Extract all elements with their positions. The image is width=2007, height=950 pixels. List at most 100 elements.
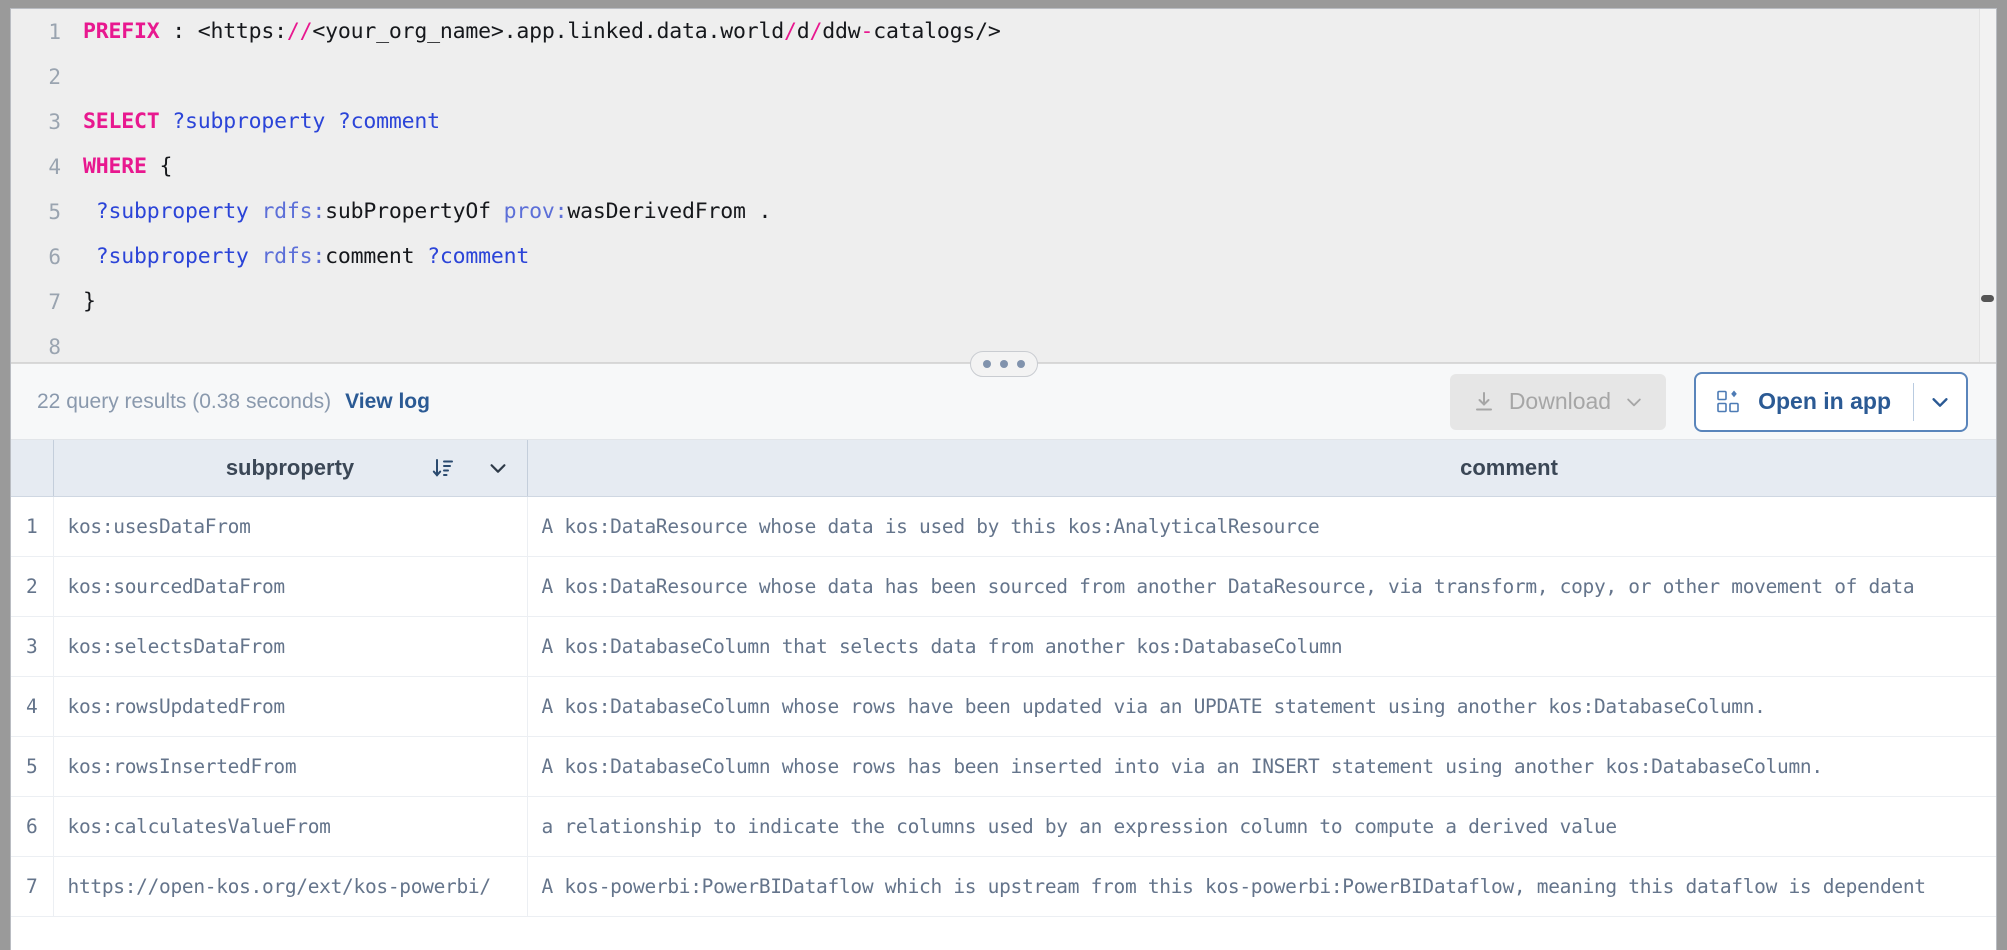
code-line-number: 7 (48, 289, 61, 314)
chevron-down-icon (1929, 391, 1951, 413)
column-header-comment[interactable]: comment (527, 440, 1996, 497)
cell-subproperty[interactable]: kos:rowsUpdatedFrom (53, 676, 528, 737)
open-in-app-split-button[interactable]: Open in app (1694, 371, 1968, 432)
column-header-subproperty[interactable]: subproperty (53, 440, 528, 497)
download-button[interactable]: Download (1449, 373, 1667, 430)
cell-comment[interactable]: A kos:DatabaseColumn that selects data f… (527, 616, 1996, 677)
code-line-number: 2 (48, 64, 61, 89)
code-token: / (809, 19, 823, 44)
code-line-content: } (83, 289, 96, 314)
application-window: 1 PREFIX : <https://<your_org_name>.app.l… (0, 0, 2007, 950)
code-token: / (783, 19, 797, 44)
code-line-content: SELECT ?subproperty ?comment (83, 109, 440, 134)
cell-comment[interactable]: a relationship to indicate the columns u… (527, 796, 1996, 857)
table-row[interactable]: 3 kos:selectsDataFrom A kos:DatabaseColumn… (11, 616, 1996, 677)
editor-vertical-scrollbar[interactable] (1979, 9, 1996, 362)
code-token: { (146, 154, 173, 179)
cell-subproperty[interactable]: kos:calculatesValueFrom (53, 796, 528, 857)
row-number-cell: 4 (11, 676, 54, 737)
table-row[interactable]: 2 kos:sourcedDataFrom A kos:DataResource w… (11, 556, 1996, 617)
splitter-dot-icon (999, 359, 1008, 368)
code-token: <your_org_name> (312, 19, 504, 44)
row-number-cell: 5 (11, 736, 54, 797)
code-token: WHERE (83, 154, 147, 179)
cell-subproperty[interactable]: kos:sourcedDataFrom (53, 556, 528, 617)
code-token: } (83, 289, 96, 314)
open-in-app-dropdown-toggle[interactable] (1914, 374, 1966, 430)
cell-comment[interactable]: A kos:DatabaseColumn whose rows has been… (527, 736, 1996, 797)
code-line-content: ?subproperty rdfs:subPropertyOf prov:was… (83, 199, 772, 224)
code-token: SELECT (83, 109, 160, 134)
code-line[interactable]: 4 WHERE { (11, 144, 1996, 189)
row-number-cell: 3 (11, 616, 54, 677)
code-token: . (745, 199, 772, 224)
sparql-query-editor[interactable]: 1 PREFIX : <https://<your_org_name>.app.l… (11, 9, 1996, 363)
code-line-number: 1 (48, 19, 61, 44)
code-token: ddw (822, 19, 861, 44)
editor-scrollbar-thumb[interactable] (1981, 295, 1994, 302)
splitter-drag-handle[interactable] (969, 350, 1038, 377)
column-menu-chevron-down-icon[interactable] (487, 457, 509, 479)
code-token: <https: (197, 19, 287, 44)
code-token: ?subproperty (95, 244, 249, 269)
results-table-container[interactable]: subproperty comment 1 kos:usesDataFrom A… (11, 440, 1996, 950)
table-body: 1 kos:usesDataFrom A kos:DataResource whos… (11, 496, 1996, 917)
cell-subproperty[interactable]: https://open-kos.org/ext/kos-powerbi/ (53, 856, 528, 917)
code-line[interactable]: 3 SELECT ?subproperty ?comment (11, 99, 1996, 144)
pane-splitter[interactable] (11, 350, 1996, 377)
window-content: 1 PREFIX : <https://<your_org_name>.app.l… (10, 8, 1997, 950)
editor-code-lines[interactable]: 1 PREFIX : <https://<your_org_name>.app.l… (11, 9, 1996, 362)
cell-comment[interactable]: A kos:DatabaseColumn whose rows have bee… (527, 676, 1996, 737)
code-token: rdfs: (261, 199, 326, 224)
code-line[interactable]: 7} (11, 279, 1996, 324)
code-line[interactable]: 1 PREFIX : <https://<your_org_name>.app.l… (11, 9, 1996, 54)
table-row[interactable]: 1 kos:usesDataFrom A kos:DataResource whos… (11, 496, 1996, 557)
code-token: wasDerivedFrom (567, 199, 746, 224)
table-row[interactable]: 4 kos:rowsUpdatedFrom A kos:DatabaseColumn… (11, 676, 1996, 737)
download-icon (1472, 390, 1496, 414)
cell-comment[interactable]: A kos:DataResource whose data has been s… (527, 556, 1996, 617)
table-header: subproperty comment (11, 440, 1996, 497)
code-token: ?subproperty (172, 109, 326, 134)
code-token: - (860, 19, 874, 44)
open-in-app-label: Open in app (1758, 388, 1891, 414)
code-line-content: WHERE { (83, 154, 172, 179)
view-log-link[interactable]: View log (345, 390, 430, 414)
open-in-app-button[interactable]: Open in app (1696, 374, 1913, 430)
code-token: : (159, 19, 198, 44)
code-token: ?subproperty (95, 199, 249, 224)
code-line[interactable]: 2 (11, 54, 1996, 99)
code-line-number: 5 (48, 199, 61, 224)
cell-comment[interactable]: A kos:DataResource whose data is used by… (527, 496, 1996, 557)
code-line[interactable]: 5 ?subproperty rdfs:subPropertyOf prov:w… (11, 189, 1996, 234)
chevron-down-icon (1624, 392, 1644, 412)
code-line-content: PREFIX : <https://<your_org_name>.app.li… (83, 19, 1001, 44)
table-row[interactable]: 7 https://open-kos.org/ext/kos-powerbi/A … (11, 856, 1996, 917)
code-token: comment (325, 244, 415, 269)
code-token: d (796, 19, 810, 44)
table-row[interactable]: 5 kos:rowsInsertedFrom A kos:DatabaseColum… (11, 736, 1996, 797)
column-header-label: subproperty (225, 454, 355, 480)
splitter-dot-icon (982, 359, 991, 368)
row-number-cell: 7 (11, 856, 54, 917)
table-row[interactable]: 6 kos:calculatesValueFrom a relationship t… (11, 796, 1996, 857)
code-token: PREFIX (83, 19, 160, 44)
table-header-row: subproperty comment (11, 440, 1996, 497)
sort-descending-icon[interactable] (431, 456, 455, 480)
row-number-header (11, 440, 54, 497)
cell-subproperty[interactable]: kos:usesDataFrom (53, 496, 528, 557)
cell-comment[interactable]: A kos-powerbi:PowerBIDataflow which is u… (527, 856, 1996, 917)
code-token: catalogs/> (873, 19, 1001, 44)
cell-subproperty[interactable]: kos:selectsDataFrom (53, 616, 528, 677)
cell-subproperty[interactable]: kos:rowsInsertedFrom (53, 736, 528, 797)
code-token: ?comment (427, 244, 530, 269)
code-line[interactable]: 6 ?subproperty rdfs:comment ?comment (11, 234, 1996, 279)
code-token: // (286, 19, 313, 44)
row-number-cell: 6 (11, 796, 54, 857)
